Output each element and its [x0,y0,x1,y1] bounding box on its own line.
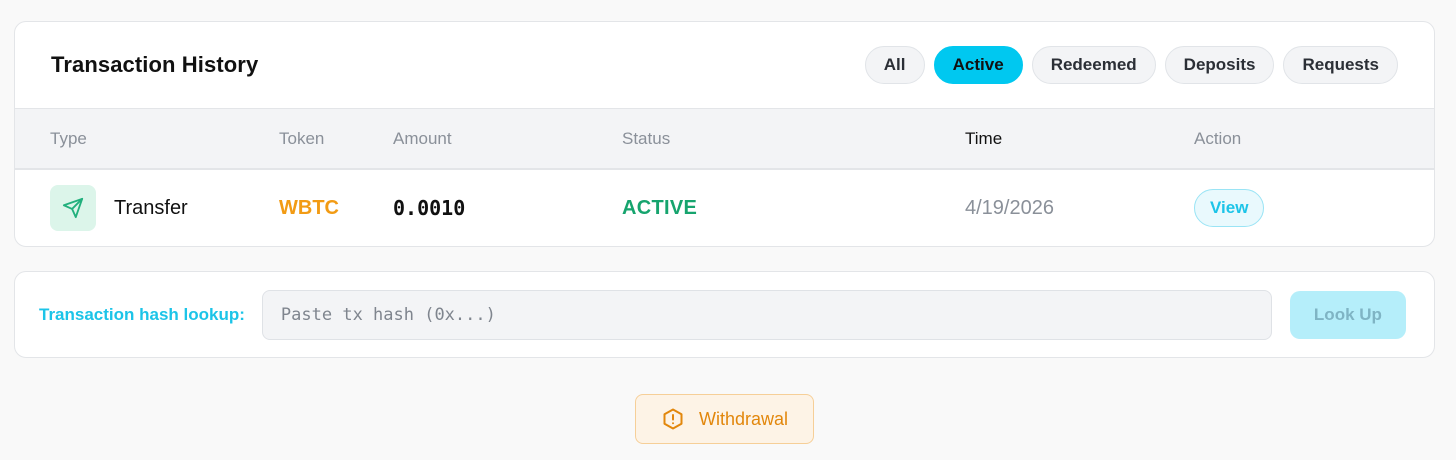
column-header-type[interactable]: Type [50,109,87,168]
tx-hash-input[interactable] [261,289,1272,340]
tab-deposits[interactable]: Deposits [1164,46,1275,84]
status-badge: ACTIVE [622,196,698,219]
history-header: Transaction History All Active Redeemed … [15,22,1434,108]
tab-redeemed[interactable]: Redeemed [1031,46,1156,84]
transaction-history-card: Transaction History All Active Redeemed … [14,21,1435,247]
hash-lookup-card: Transaction hash lookup: Look Up [14,271,1435,358]
amount-cell: 0.0010 [393,196,466,220]
view-button[interactable]: View [1194,189,1265,227]
send-icon [50,185,96,231]
page-title: Transaction History [51,52,259,77]
time-cell: 4/19/2026 [965,196,1054,219]
token-cell: WBTC [279,196,339,219]
type-label: Transfer [114,196,188,219]
tab-all[interactable]: All [864,46,925,84]
column-header-time[interactable]: Time [965,109,1002,168]
alert-hexagon-icon [661,407,685,431]
look-up-button[interactable]: Look Up [1289,290,1406,339]
column-header-action: Action [1194,128,1242,148]
column-header-status[interactable]: Status [622,109,670,168]
lookup-label: Transaction hash lookup: [39,304,245,324]
column-header-token[interactable]: Token [279,109,324,168]
withdrawal-label: Withdrawal [698,408,789,429]
action-cell: View [1194,170,1265,246]
table-row: Transfer WBTC 0.0010 ACTIVE 4/19/2026 Vi… [15,170,1434,246]
tab-requests[interactable]: Requests [1283,46,1398,84]
table-header: Type Token Amount Status Time Action [15,108,1434,170]
tab-active[interactable]: Active [933,46,1023,84]
column-header-amount[interactable]: Amount [393,109,452,168]
filter-tabs: All Active Redeemed Deposits Requests [864,46,1398,84]
type-cell: Transfer [50,170,188,246]
withdrawal-button[interactable]: Withdrawal [635,394,814,444]
